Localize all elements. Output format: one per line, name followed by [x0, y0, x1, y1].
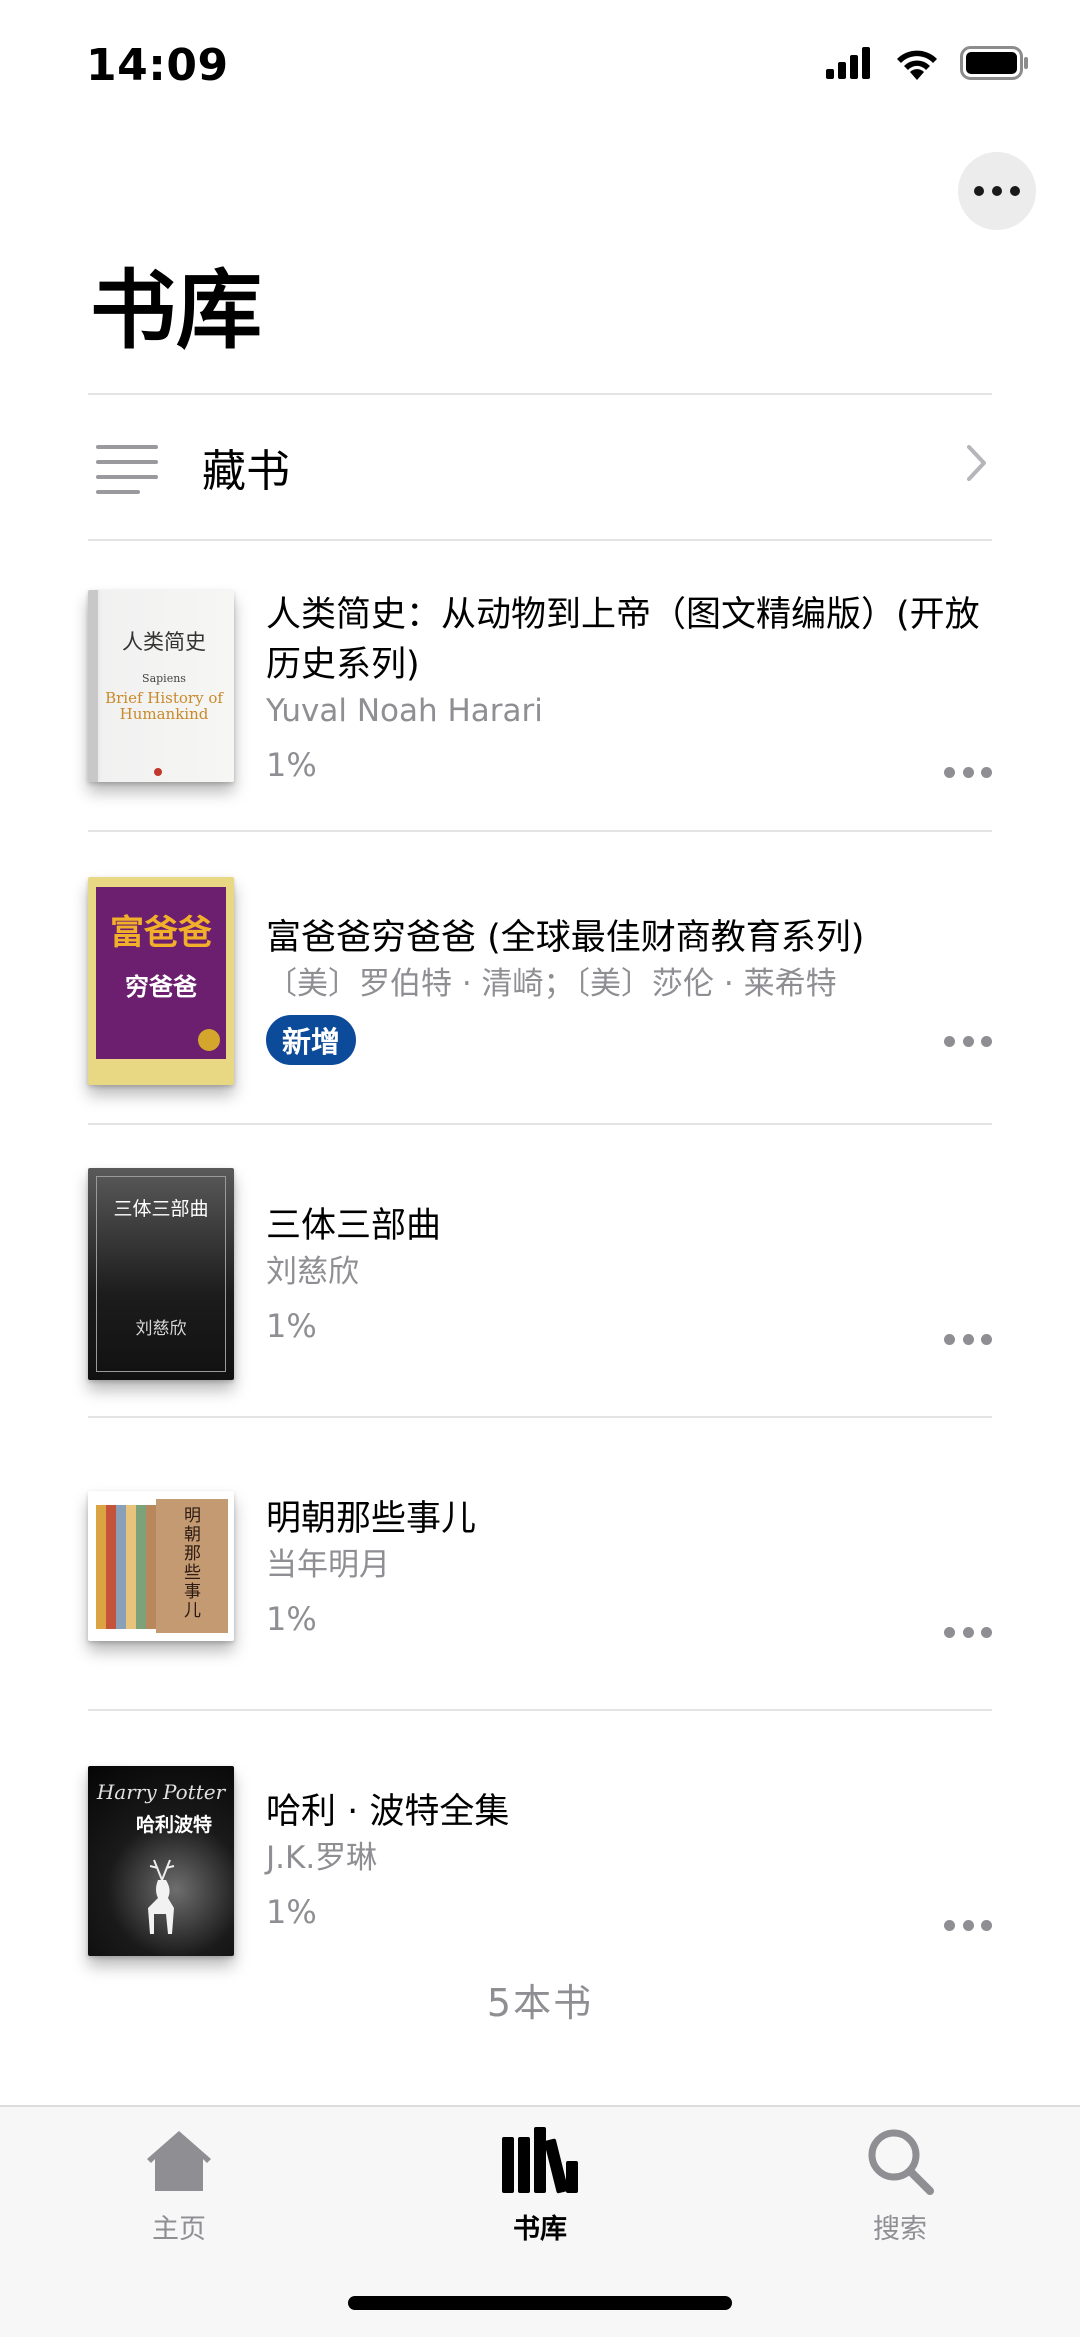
battery-icon: [960, 46, 1028, 80]
cover-title: 人类简史: [122, 630, 206, 654]
book-more-button[interactable]: [944, 1910, 992, 1940]
book-title: 三体三部曲: [266, 1206, 442, 1246]
ellipsis-icon: [974, 186, 1020, 196]
collection-row[interactable]: 藏书: [88, 394, 992, 540]
book-progress: 1%: [266, 746, 317, 784]
stag-icon: [148, 1859, 175, 1934]
tab-library-label: 书库: [513, 2214, 567, 2245]
signal-icon: [826, 47, 870, 79]
cover-subtitle: 穷爸爸: [125, 973, 197, 1001]
book-more-button[interactable]: [944, 1026, 992, 1056]
tab-search[interactable]: 搜索: [800, 2125, 1000, 2246]
book-author: 当年明月: [266, 1547, 390, 1583]
divider: [88, 1123, 992, 1125]
book-cover[interactable]: 富爸爸 穷爸爸: [88, 877, 234, 1085]
cover-title: 明朝那些事儿: [184, 1506, 201, 1621]
book-title: 哈利 · 波特全集: [266, 1792, 510, 1832]
home-indicator[interactable]: [348, 2296, 732, 2310]
book-cover[interactable]: Harry Potter 哈利波特: [88, 1766, 234, 1956]
tab-library[interactable]: 书库: [440, 2125, 640, 2246]
book-cover[interactable]: 明朝那些事儿: [88, 1491, 234, 1641]
tab-search-label: 搜索: [873, 2214, 927, 2245]
book-cover[interactable]: 人类简史 Sapiens Brief History of Humankind: [88, 590, 234, 782]
book-author: 〔美〕罗伯特 · 清崎；〔美〕莎伦 · 莱希特: [266, 966, 837, 1002]
book-author: Yuval Noah Harari: [266, 693, 543, 729]
book-more-button[interactable]: [944, 1617, 992, 1647]
divider: [88, 1416, 992, 1418]
book-title: 明朝那些事儿: [266, 1499, 477, 1539]
chevron-right-icon: [967, 445, 986, 481]
book-item[interactable]: 人类简史 Sapiens Brief History of Humankind …: [88, 560, 992, 854]
book-progress: 1%: [266, 1307, 317, 1345]
page-title: 书库: [90, 261, 262, 361]
status-time: 14:09: [86, 40, 229, 91]
cover-subtitle: Sapiens: [142, 672, 186, 685]
search-icon: [868, 2129, 934, 2195]
book-cover[interactable]: 三体三部曲 刘慈欣: [88, 1168, 234, 1380]
book-more-button[interactable]: [944, 757, 992, 787]
tab-home-label: 主页: [152, 2214, 206, 2245]
home-icon: [147, 2131, 211, 2191]
new-badge: 新增: [266, 1015, 357, 1065]
tab-home[interactable]: 主页: [79, 2125, 279, 2246]
cover-english: Brief History of Humankind: [105, 689, 223, 723]
book-author: 刘慈欣: [266, 1254, 359, 1290]
divider: [88, 539, 992, 541]
cover-subtitle: 哈利波特: [135, 1814, 212, 1836]
book-title: 人类简史：从动物到上帝（图文精编版）(开放历史系列): [266, 595, 980, 685]
divider: [88, 830, 992, 832]
divider: [88, 1709, 992, 1711]
book-author: J.K.罗琳: [266, 1840, 378, 1876]
collection-label: 藏书: [202, 446, 290, 497]
cover-title: 富爸爸: [110, 913, 212, 953]
status-icons: [826, 46, 1030, 80]
book-item[interactable]: 富爸爸 穷爸爸 富爸爸穷爸爸 (全球最佳财商教育系列) 〔美〕罗伯特 · 清崎；…: [88, 853, 992, 1147]
wifi-icon: [897, 50, 937, 80]
more-options-button[interactable]: [958, 152, 1036, 230]
book-title: 富爸爸穷爸爸 (全球最佳财商教育系列): [266, 918, 865, 958]
book-more-button[interactable]: [944, 1324, 992, 1354]
book-item[interactable]: 三体三部曲 刘慈欣 三体三部曲 刘慈欣 1%: [88, 1146, 992, 1440]
cover-title: Harry Potter: [96, 1780, 226, 1804]
book-count: 5本书: [486, 1981, 594, 2025]
cover-title: 三体三部曲: [113, 1198, 209, 1220]
book-progress: 1%: [266, 1893, 317, 1931]
status-bar: 14:09: [0, 0, 1080, 130]
list-icon: [96, 441, 158, 494]
book-item[interactable]: 明朝那些事儿 明朝那些事儿 当年明月 1%: [88, 1439, 992, 1733]
book-progress: 1%: [266, 1600, 317, 1638]
library-icon: [502, 2127, 578, 2194]
cover-author: 刘慈欣: [135, 1319, 187, 1339]
